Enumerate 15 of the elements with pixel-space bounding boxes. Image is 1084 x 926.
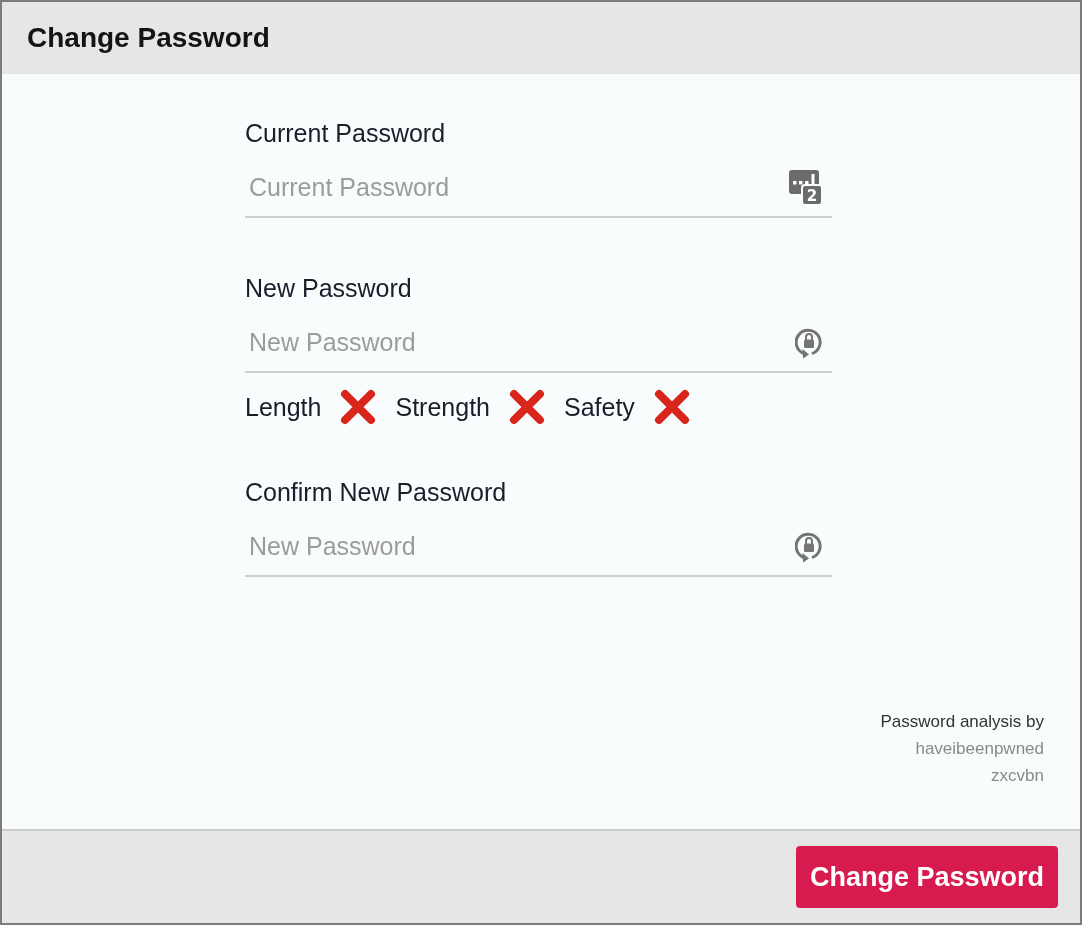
- dialog-title: Change Password: [27, 22, 270, 54]
- requirement-label: Strength: [395, 392, 490, 422]
- lock-refresh-icon: [795, 327, 823, 359]
- lock-refresh-icon: [795, 531, 823, 563]
- credit-text: Password analysis by: [880, 711, 1044, 733]
- field-label: Current Password: [245, 118, 446, 148]
- credit-link[interactable]: haveibeenpwned: [915, 735, 1044, 762]
- credit-link[interactable]: zxcvbn: [991, 762, 1044, 789]
- field-label: New Password: [245, 273, 412, 303]
- password-field[interactable]: New Password: [245, 517, 832, 577]
- password-field[interactable]: New Password: [245, 313, 832, 373]
- requirement-label: Length: [245, 392, 322, 422]
- change-password-button[interactable]: Change Password: [796, 846, 1058, 908]
- requirement-label: Safety: [564, 392, 635, 422]
- field-label: Confirm New Password: [245, 477, 507, 507]
